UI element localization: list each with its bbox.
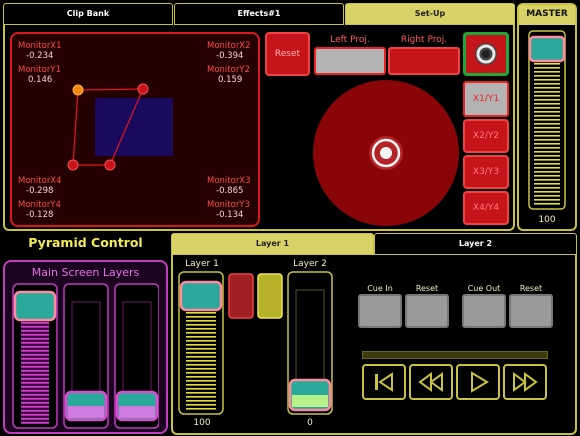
cue-in-reset-button[interactable] <box>405 294 449 328</box>
cue-in-reset-label: Reset <box>415 284 439 293</box>
layer1-yellow-button[interactable] <box>257 273 283 319</box>
cue-position-bar[interactable] <box>362 351 548 359</box>
main-screen-faders <box>12 283 159 429</box>
tab-layer-1[interactable]: Layer 1 <box>171 233 374 255</box>
monitor-area <box>95 98 173 156</box>
layer-faders <box>178 271 333 415</box>
master-title: MASTER <box>526 9 568 19</box>
cue-out-button[interactable] <box>462 294 506 328</box>
cue-in-button[interactable] <box>358 294 402 328</box>
rewind-icon <box>418 372 443 392</box>
left-proj-button[interactable] <box>314 47 386 75</box>
right-proj-label: Right Proj. <box>400 35 448 45</box>
play-icon <box>471 371 489 393</box>
fast-forward-button[interactable] <box>503 364 547 400</box>
layer2-fader[interactable] <box>287 271 333 415</box>
master-panel: MASTER 100 <box>517 3 577 231</box>
main-screen-layers-panel: Main Screen Layers <box>3 260 168 434</box>
fast-forward-icon <box>513 372 538 392</box>
pyramid-title: Pyramid Control <box>28 235 143 250</box>
projection-joystick[interactable] <box>313 80 459 226</box>
layer2-value: 0 <box>307 418 313 428</box>
ring-icon <box>475 43 497 65</box>
main-fader-1[interactable] <box>12 283 58 429</box>
tab-effects1[interactable]: Effects#1 <box>174 3 344 25</box>
master-fader[interactable] <box>526 29 568 211</box>
cue-out-label: Cue Out <box>467 284 501 293</box>
toggle-ring-button[interactable] <box>463 32 509 76</box>
layer1-label: Layer 1 <box>185 259 219 269</box>
cue-out-reset-label: Reset <box>519 284 543 293</box>
main-fader-2[interactable] <box>63 283 109 429</box>
layer1-value: 100 <box>193 418 211 428</box>
cue-in-label: Cue In <box>367 284 393 293</box>
master-value: 100 <box>538 215 556 225</box>
xy2-button[interactable]: X2/Y2 <box>463 119 509 153</box>
corner-handle-4[interactable] <box>67 159 79 171</box>
monitor-panel: MonitorX1 -0.234 MonitorY1 0.146 Monitor… <box>10 32 260 227</box>
right-proj-button[interactable] <box>388 47 460 75</box>
xy4-button[interactable]: X4/Y4 <box>463 191 509 225</box>
layer1-fader[interactable] <box>178 271 224 415</box>
tab-layer-2[interactable]: Layer 2 <box>374 233 577 255</box>
main-screen-layers-title: Main Screen Layers <box>31 266 140 279</box>
tab-clip-bank[interactable]: Clip Bank <box>3 3 173 25</box>
play-button[interactable] <box>456 364 500 400</box>
skip-back-button[interactable] <box>362 364 406 400</box>
cue-out-reset-button[interactable] <box>509 294 553 328</box>
monitor-quad-canvas[interactable] <box>12 34 258 225</box>
layer1-red-button[interactable] <box>228 273 254 319</box>
reset-button[interactable]: Reset <box>265 32 310 76</box>
corner-handle-2[interactable] <box>137 83 149 95</box>
main-fader-3[interactable] <box>114 283 159 429</box>
rewind-button[interactable] <box>409 364 453 400</box>
layer2-label: Layer 2 <box>293 259 327 269</box>
corner-handle-1[interactable] <box>72 84 84 96</box>
joystick-knob[interactable] <box>368 135 404 171</box>
corner-handle-3[interactable] <box>104 159 116 171</box>
tab-set-up[interactable]: Set-Up <box>345 3 515 25</box>
left-proj-label: Left Proj. <box>330 35 370 45</box>
xy3-button[interactable]: X3/Y3 <box>463 155 509 189</box>
skip-back-icon <box>375 372 393 392</box>
xy1-button[interactable]: X1/Y1 <box>463 81 509 117</box>
